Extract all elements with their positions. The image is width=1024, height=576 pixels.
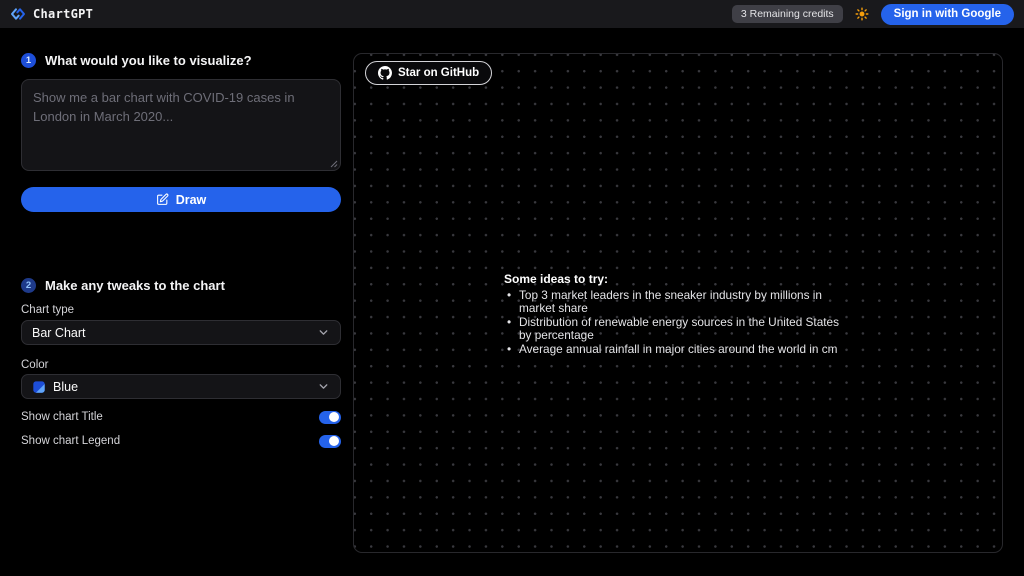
show-legend-row: Show chart Legend (21, 433, 341, 449)
step1-heading: 1 What would you like to visualize? (21, 52, 252, 68)
color-swatch-icon (32, 380, 46, 394)
color-value: Blue (53, 380, 78, 394)
chevron-down-icon (317, 380, 330, 393)
show-title-label: Show chart Title (21, 411, 103, 423)
step1-number-badge: 1 (21, 53, 36, 68)
idea-item: Top 3 market leaders in the sneaker indu… (504, 289, 852, 316)
color-label: Color (21, 359, 48, 371)
pencil-icon (156, 193, 169, 206)
draw-button[interactable]: Draw (21, 187, 341, 212)
sign-in-google-button[interactable]: Sign in with Google (881, 4, 1014, 25)
brand[interactable]: ChartGPT (10, 6, 93, 22)
step2-heading: 2 Make any tweaks to the chart (21, 277, 225, 293)
ideas-block: Some ideas to try: Top 3 market leaders … (504, 272, 852, 356)
show-legend-toggle[interactable] (319, 435, 341, 448)
show-title-toggle[interactable] (319, 411, 341, 424)
theme-toggle-button[interactable] (855, 7, 869, 21)
star-on-github-label: Star on GitHub (398, 67, 479, 79)
star-on-github-button[interactable]: Star on GitHub (365, 61, 492, 85)
draw-button-label: Draw (176, 193, 207, 207)
chart-type-select[interactable]: Bar Chart (21, 320, 341, 345)
chart-type-label: Chart type (21, 304, 74, 316)
color-select[interactable]: Blue (21, 374, 341, 399)
brand-name: ChartGPT (33, 7, 93, 21)
prompt-input[interactable] (21, 79, 341, 171)
idea-item: Average annual rainfall in major cities … (504, 343, 852, 356)
toggle-knob (329, 436, 339, 446)
credits-badge: 3 Remaining credits (732, 5, 843, 23)
show-title-row: Show chart Title (21, 409, 341, 425)
toggle-knob (329, 412, 339, 422)
sun-icon (855, 7, 869, 21)
chevron-down-icon (317, 326, 330, 339)
idea-item: Distribution of renewable energy sources… (504, 316, 852, 343)
header: ChartGPT 3 Remaining credits Sign in wit… (0, 0, 1024, 28)
show-legend-label: Show chart Legend (21, 435, 120, 447)
header-actions: 3 Remaining credits Sign in with Google (732, 4, 1014, 25)
step2-title: Make any tweaks to the chart (45, 278, 225, 293)
chartgpt-logo-icon (10, 6, 26, 22)
step1-title: What would you like to visualize? (45, 53, 252, 68)
chart-type-value: Bar Chart (32, 326, 86, 340)
step2-number-badge: 2 (21, 278, 36, 293)
github-icon (378, 66, 392, 80)
ideas-heading: Some ideas to try: (504, 272, 852, 286)
ideas-list: Top 3 market leaders in the sneaker indu… (504, 289, 852, 356)
chart-canvas: Star on GitHub Some ideas to try: Top 3 … (353, 53, 1003, 553)
